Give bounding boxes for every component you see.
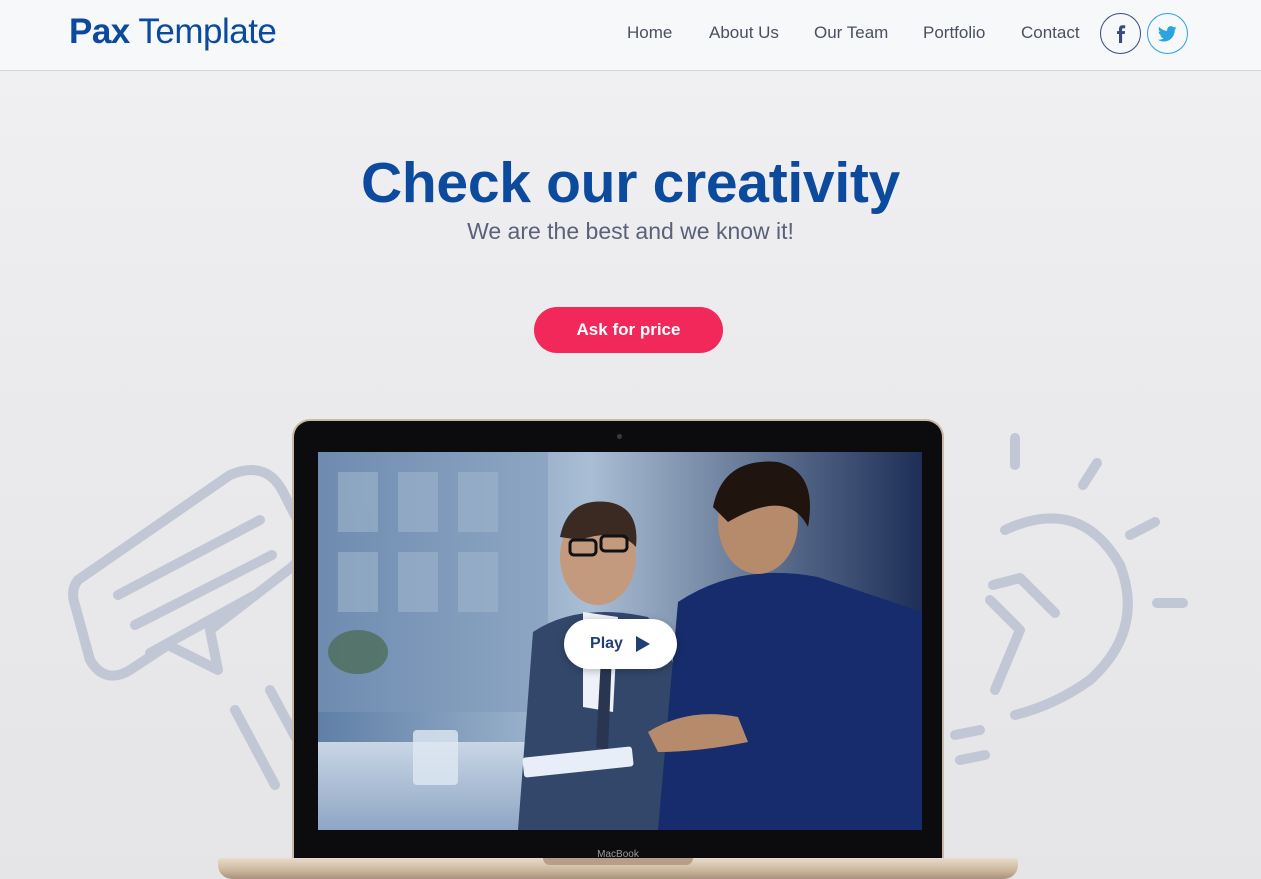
nav-link-about-us[interactable]: About Us: [709, 23, 779, 43]
laptop-camera: [617, 434, 622, 439]
video-screen[interactable]: Play: [318, 452, 922, 830]
laptop-base: [218, 858, 1018, 879]
ask-for-price-button[interactable]: Ask for price: [534, 307, 723, 353]
logo-light-text: Template: [138, 12, 277, 51]
laptop-notch: [543, 858, 693, 865]
twitter-button[interactable]: [1147, 13, 1188, 54]
laptop-mockup: Play MacBook: [292, 419, 944, 864]
nav-link-portfolio[interactable]: Portfolio: [923, 23, 985, 43]
nav-link-our-team[interactable]: Our Team: [814, 23, 888, 43]
nav-link-home[interactable]: Home: [627, 23, 672, 43]
play-icon: [635, 636, 650, 652]
twitter-icon: [1158, 25, 1177, 41]
facebook-button[interactable]: [1100, 13, 1141, 54]
play-button[interactable]: Play: [564, 619, 677, 669]
site-logo[interactable]: Pax Template: [69, 12, 277, 52]
play-label: Play: [590, 635, 623, 652]
navbar: Pax Template Home About Us Our Team Port…: [0, 0, 1261, 71]
lightbulb-icon: [950, 433, 1188, 765]
facebook-icon: [1116, 24, 1125, 43]
hero-subtitle: We are the best and we know it!: [467, 218, 794, 244]
nav-link-contact[interactable]: Contact: [1021, 23, 1080, 43]
hero-title: Check our creativity: [361, 151, 900, 215]
chat-bubble-icon: [68, 465, 310, 790]
logo-bold-text: Pax: [69, 12, 130, 51]
